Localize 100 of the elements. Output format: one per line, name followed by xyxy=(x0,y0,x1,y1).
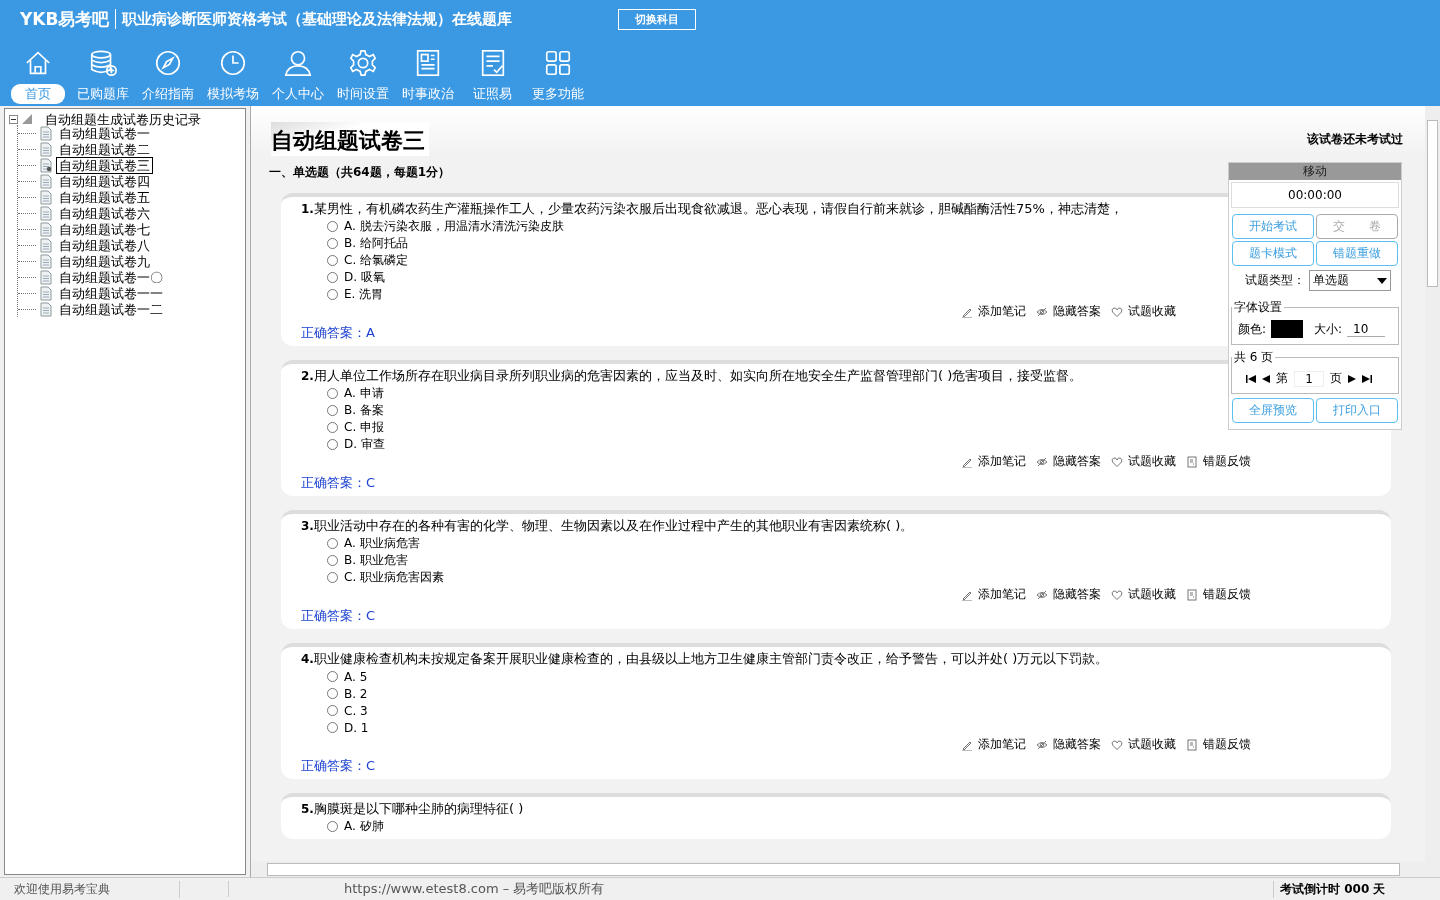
size-field[interactable]: 10 xyxy=(1347,321,1386,337)
option-label[interactable]: A. 矽肺 xyxy=(344,818,384,835)
app-title: 职业病诊断医师资格考试（基础理论及法律法规）在线题库 xyxy=(122,9,513,29)
option-label[interactable]: E. 洗胃 xyxy=(344,286,384,303)
collapse-toggle[interactable] xyxy=(9,114,18,124)
document-icon xyxy=(40,189,52,205)
eye-icon xyxy=(1036,305,1048,318)
action-link[interactable]: 添加笔记 xyxy=(978,303,1026,320)
panel-drag-bar[interactable]: 移动 xyxy=(1229,163,1401,180)
tree-item[interactable]: 自动组题试卷七 xyxy=(56,220,153,238)
option-label[interactable]: A. 脱去污染衣服，用温清水清洗污染皮肤 xyxy=(344,218,564,235)
action-link[interactable]: 错题反馈 xyxy=(1203,736,1251,753)
option-label[interactable]: A. 职业病危害 xyxy=(344,535,420,552)
user-icon[interactable] xyxy=(282,48,313,78)
option-label[interactable]: C. 给氯磷定 xyxy=(344,252,408,269)
option-label[interactable]: B. 备案 xyxy=(344,402,384,419)
welcome-text: 欢迎使用易考宝典 xyxy=(0,880,180,898)
action-link[interactable]: 添加笔记 xyxy=(978,586,1026,603)
action-link[interactable]: 错题反馈 xyxy=(1203,586,1251,603)
option-label[interactable]: D. 审查 xyxy=(344,436,385,453)
action-link[interactable]: 试题收藏 xyxy=(1128,736,1176,753)
type-label: 试题类型： xyxy=(1245,272,1305,289)
horizontal-scrollbar[interactable] xyxy=(251,861,1440,877)
radio-button[interactable] xyxy=(327,388,338,399)
option-label[interactable]: A. 申请 xyxy=(344,385,384,402)
app-logo: YKB易考吧 xyxy=(20,7,110,31)
radio-button[interactable] xyxy=(327,722,338,733)
tree-item[interactable]: 自动组题试卷九 xyxy=(56,252,153,270)
radio-button[interactable] xyxy=(327,821,338,832)
action-link[interactable]: 添加笔记 xyxy=(978,736,1026,753)
document-icon xyxy=(40,285,52,301)
tree-item[interactable]: 自动组题试卷八 xyxy=(56,236,153,254)
radio-button[interactable] xyxy=(327,221,338,232)
option-label[interactable]: B. 2 xyxy=(344,686,368,701)
document-icon xyxy=(40,141,52,157)
radio-button[interactable] xyxy=(327,555,338,566)
radio-button[interactable] xyxy=(327,572,338,583)
radio-button[interactable] xyxy=(327,255,338,266)
option-label[interactable]: C. 申报 xyxy=(344,419,384,436)
eye-icon xyxy=(1036,738,1048,751)
eye-icon xyxy=(1036,588,1048,601)
document-icon xyxy=(40,253,52,269)
action-link[interactable]: 试题收藏 xyxy=(1128,586,1176,603)
radio-button[interactable] xyxy=(327,688,338,699)
tree-item[interactable]: 自动组题试卷四 xyxy=(56,172,153,190)
previous-page-icon[interactable] xyxy=(1262,374,1270,383)
tree-item[interactable]: 自动组题试卷六 xyxy=(56,204,153,222)
radio-button[interactable] xyxy=(327,439,338,450)
vertical-scrollbar[interactable] xyxy=(1425,106,1440,861)
option-label[interactable]: C. 职业病危害因素 xyxy=(344,569,444,586)
action-link[interactable]: 添加笔记 xyxy=(978,453,1026,470)
next-page-icon[interactable] xyxy=(1348,374,1356,383)
document-icon xyxy=(40,221,52,237)
last-page-icon[interactable] xyxy=(1362,374,1372,383)
group-label: 字体设置 xyxy=(1233,299,1283,316)
question-text: 2.用人单位工作场所存在职业病目录所列职业病的危害因素的，应当及时、如实向所在地安全生产监督管理部门( )危害项目，接受监督。 xyxy=(301,367,1083,385)
radio-button[interactable] xyxy=(327,272,338,283)
section-heading: 一、单选题（共64题，每题1分） xyxy=(269,164,451,181)
action-link[interactable]: 试题收藏 xyxy=(1128,453,1176,470)
option-label[interactable]: D. 1 xyxy=(344,720,369,735)
heart-icon xyxy=(1111,738,1123,751)
countdown-text: 考试倒计时 000 天 xyxy=(1273,880,1440,898)
option-label[interactable]: D. 吸氧 xyxy=(344,269,385,286)
tree-item[interactable]: 自动组题试卷五 xyxy=(56,188,153,206)
action-link[interactable]: 试题收藏 xyxy=(1128,303,1176,320)
document-icon xyxy=(40,301,52,317)
tree-root-label[interactable]: 自动组题生成试卷历史记录 xyxy=(42,110,204,128)
option-label[interactable]: A. 5 xyxy=(344,669,368,684)
tree-item[interactable]: 自动组题试卷一二 xyxy=(56,300,166,318)
tree-item[interactable]: 自动组题试卷一一 xyxy=(56,284,166,302)
tree-item[interactable]: 自动组题试卷二 xyxy=(56,140,153,158)
color-swatch[interactable] xyxy=(1271,320,1304,338)
document-icon xyxy=(40,205,52,221)
tree-item[interactable]: 自动组题试卷三 xyxy=(56,156,153,174)
radio-button[interactable] xyxy=(327,238,338,249)
page-count: 共 6 页 xyxy=(1233,349,1275,366)
radio-button[interactable] xyxy=(327,405,338,416)
radio-button[interactable] xyxy=(327,538,338,549)
page-field[interactable]: 1 xyxy=(1294,370,1324,387)
radio-button[interactable] xyxy=(327,289,338,300)
action-link[interactable]: 错题反馈 xyxy=(1203,453,1251,470)
option-label[interactable]: B. 给阿托品 xyxy=(344,235,408,252)
type-dropdown[interactable]: 单选题 xyxy=(1309,270,1391,291)
radio-button[interactable] xyxy=(327,422,338,433)
option-label[interactable]: C. 3 xyxy=(344,703,368,718)
action-link[interactable]: 隐藏答案 xyxy=(1053,586,1101,603)
action-link[interactable]: 隐藏答案 xyxy=(1053,303,1101,320)
option-label[interactable]: B. 职业危害 xyxy=(344,552,408,569)
document-icon xyxy=(40,237,52,253)
tree-item[interactable]: 自动组题试卷一〇 xyxy=(56,268,166,286)
dropdown-arrow-icon[interactable] xyxy=(1377,277,1387,284)
paper-status: 该试卷还未考试过 xyxy=(1307,131,1403,148)
radio-button[interactable] xyxy=(327,671,338,682)
first-page-icon[interactable] xyxy=(1246,374,1256,383)
action-link[interactable]: 隐藏答案 xyxy=(1053,453,1101,470)
gear-icon[interactable] xyxy=(347,48,378,78)
radio-button[interactable] xyxy=(327,705,338,716)
door-icon xyxy=(1186,738,1198,751)
correct-answer: 正确答案：C xyxy=(301,607,376,625)
action-link[interactable]: 隐藏答案 xyxy=(1053,736,1101,753)
